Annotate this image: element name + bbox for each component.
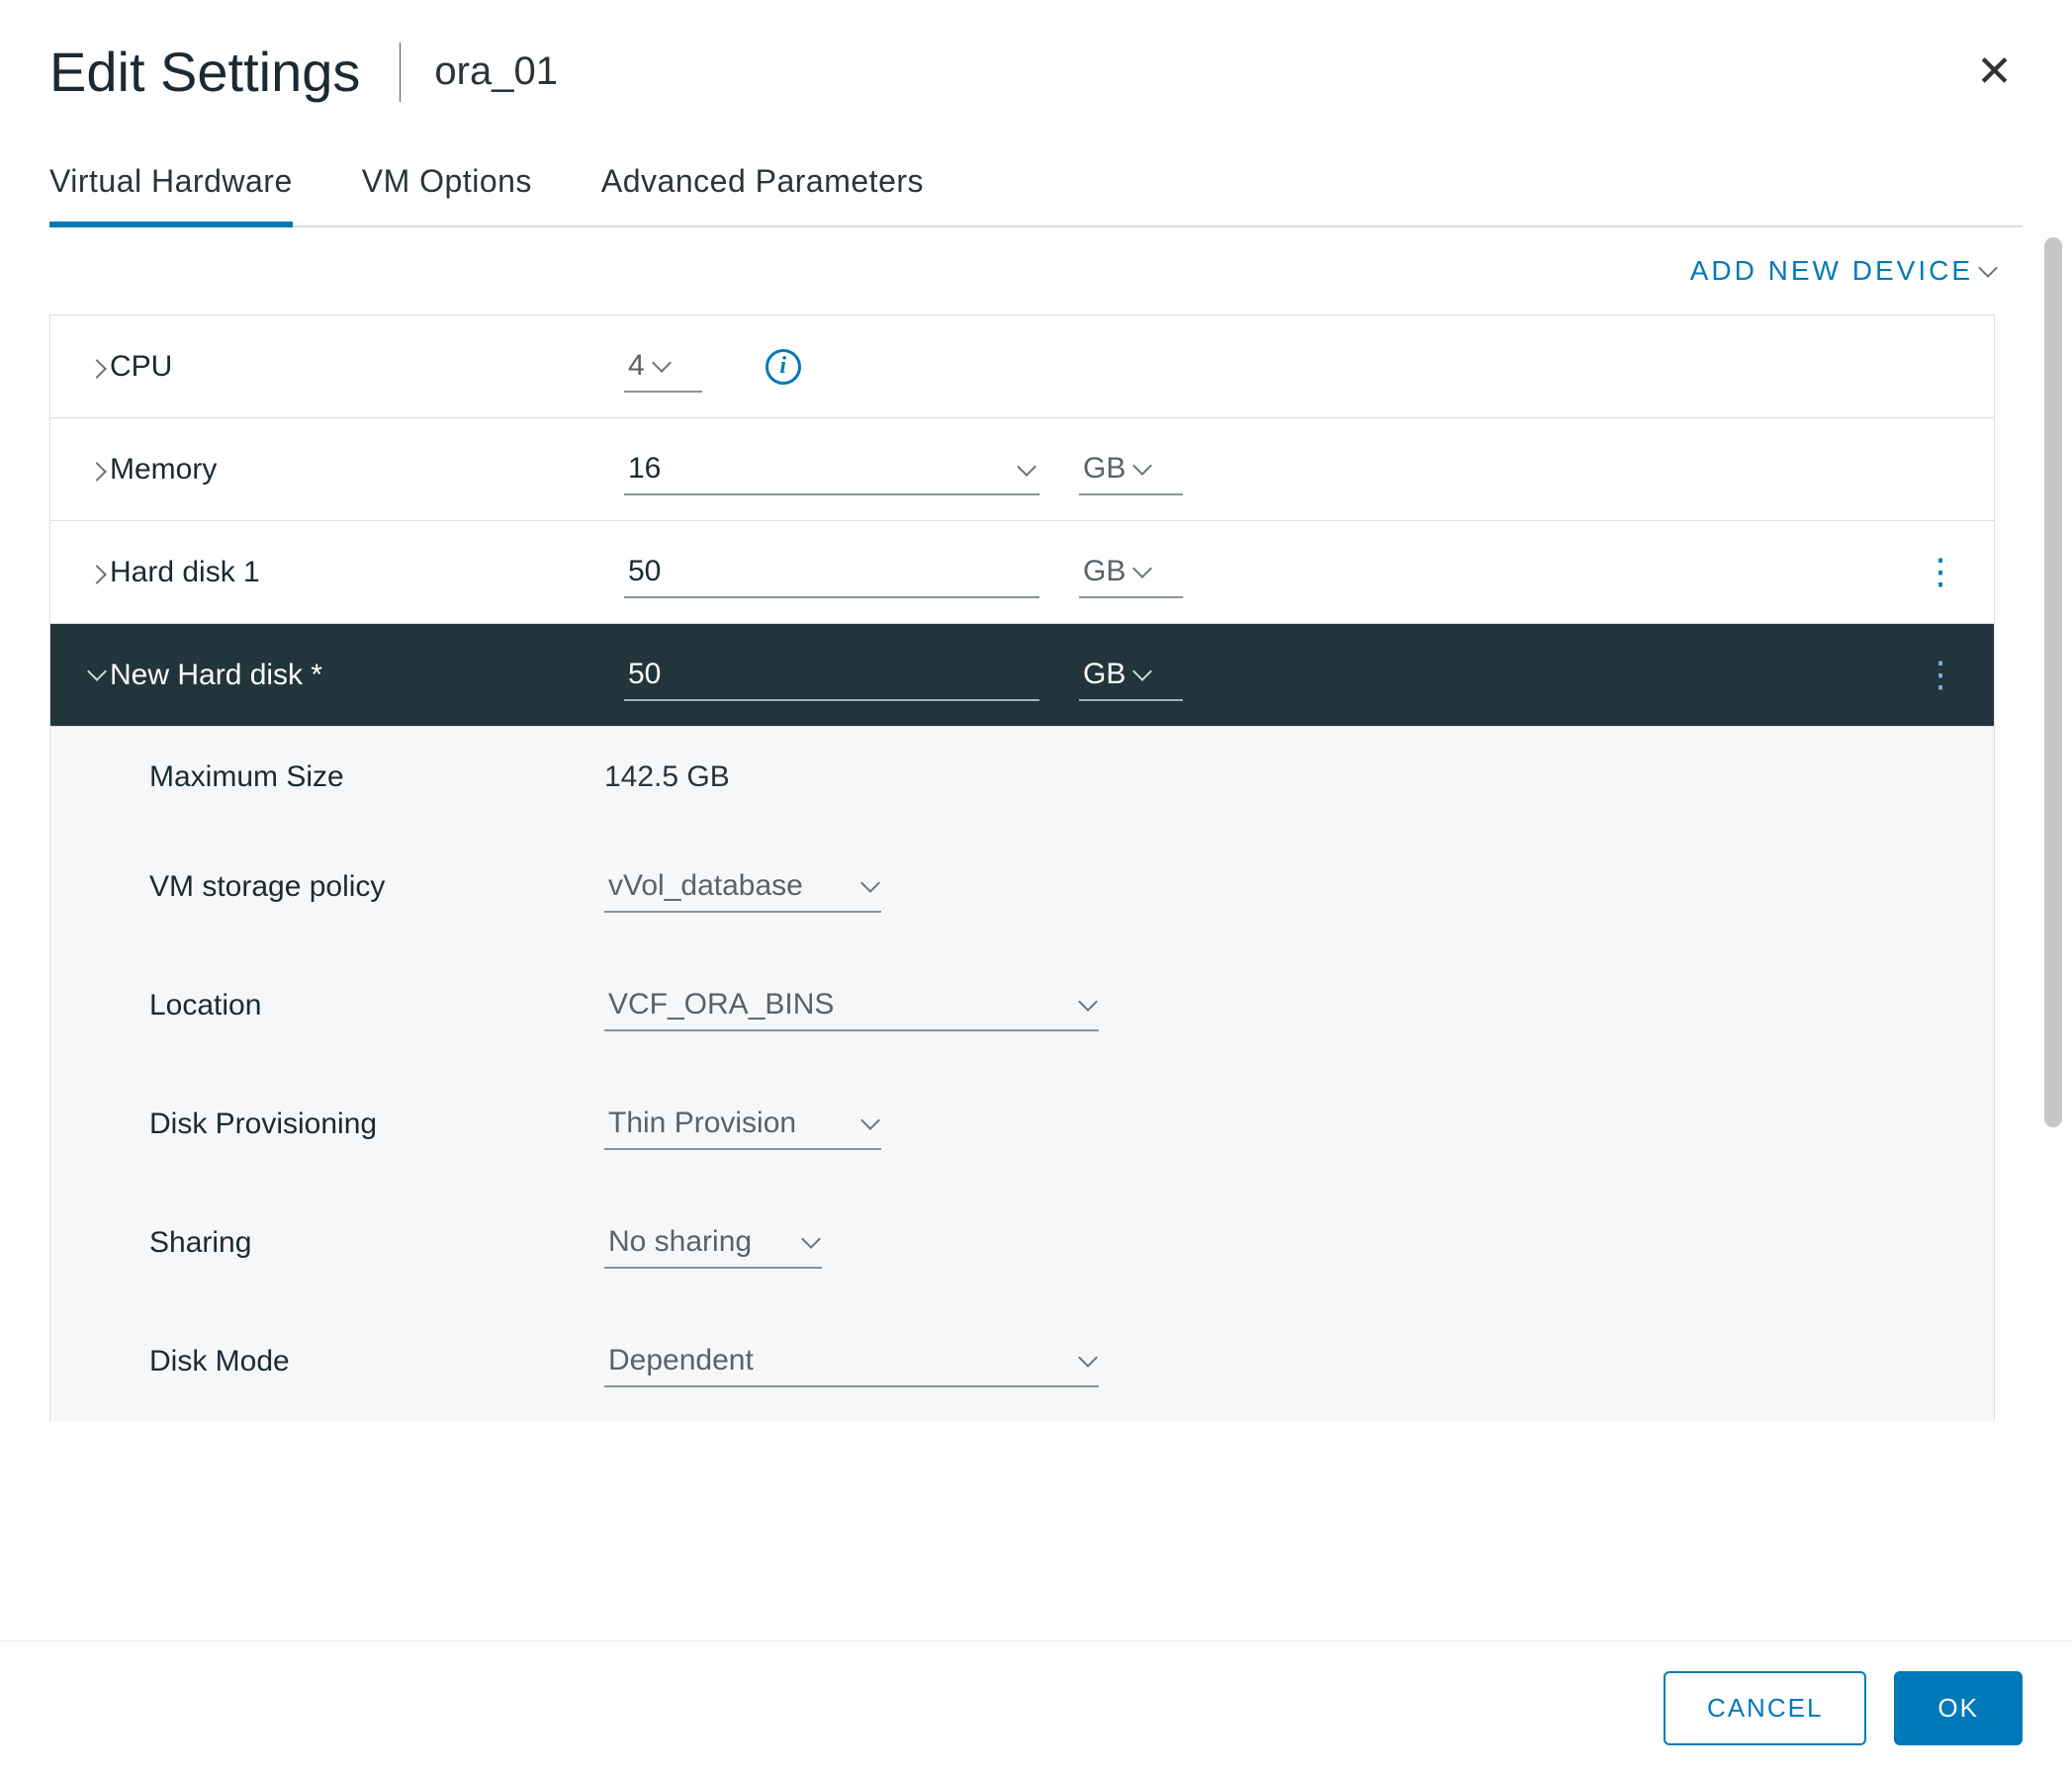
detail-label: Disk Mode <box>149 1345 604 1378</box>
scrollbar-thumb[interactable] <box>2044 237 2062 1127</box>
sharing-select[interactable]: No sharing <box>604 1217 822 1269</box>
detail-label: Maximum Size <box>149 760 604 794</box>
detail-row-disk-provisioning: Disk Provisioning Thin Provision <box>50 1065 1994 1184</box>
new-hard-disk-unit-value: GB <box>1083 658 1126 691</box>
dialog-title: Edit Settings <box>49 40 400 104</box>
sharing-value: No sharing <box>608 1225 752 1259</box>
cpu-count-select[interactable]: 4 <box>624 341 702 393</box>
chevron-down-icon <box>1978 258 1998 278</box>
info-icon[interactable]: i <box>766 349 801 385</box>
hard-disk-1-size-input[interactable] <box>624 547 1039 598</box>
cpu-row[interactable]: CPU 4 i <box>50 315 1994 418</box>
detail-row-location: Location VCF_ORA_BINS <box>50 946 1994 1065</box>
new-hard-disk-actions-icon[interactable]: ⋮ <box>1917 668 1964 681</box>
detail-row-max-size: Maximum Size 142.5 GB <box>50 727 1994 828</box>
chevron-down-icon <box>1132 662 1152 681</box>
cancel-button[interactable]: CANCEL <box>1664 1671 1866 1745</box>
memory-label: Memory <box>110 453 624 487</box>
disk-provisioning-select[interactable]: Thin Provision <box>604 1099 881 1150</box>
chevron-down-icon <box>801 1229 821 1249</box>
hard-disk-1-actions-icon[interactable]: ⋮ <box>1917 566 1964 578</box>
hard-disk-1-unit-select[interactable]: GB <box>1079 547 1183 598</box>
new-hard-disk-unit-select[interactable]: GB <box>1079 650 1183 701</box>
chevron-right-icon[interactable] <box>80 454 110 486</box>
location-select[interactable]: VCF_ORA_BINS <box>604 980 1099 1031</box>
tab-advanced-parameters[interactable]: Advanced Parameters <box>601 163 924 227</box>
tab-vm-options[interactable]: VM Options <box>362 163 532 227</box>
vm-storage-policy-select[interactable]: vVol_database <box>604 861 881 913</box>
memory-unit-value: GB <box>1083 452 1126 486</box>
add-new-device-button[interactable]: ADD NEW DEVICE <box>1690 255 1995 287</box>
memory-unit-select[interactable]: GB <box>1079 444 1183 495</box>
close-icon[interactable]: ✕ <box>1966 41 2023 104</box>
detail-row-disk-mode: Disk Mode Dependent <box>50 1302 1994 1421</box>
add-new-device-label: ADD NEW DEVICE <box>1690 255 1973 287</box>
dialog-header: Edit Settings ora_01 ✕ <box>0 0 2072 114</box>
hardware-list: CPU 4 i Memory <box>49 314 1995 1421</box>
cpu-label: CPU <box>110 350 624 384</box>
cpu-count-value: 4 <box>628 349 645 383</box>
disk-mode-value: Dependent <box>608 1344 754 1377</box>
detail-row-storage-policy: VM storage policy vVol_database <box>50 828 1994 946</box>
detail-label: Disk Provisioning <box>149 1108 604 1141</box>
detail-label: VM storage policy <box>149 870 604 904</box>
vm-name: ora_01 <box>434 49 558 94</box>
new-hard-disk-row[interactable]: New Hard disk * GB ⋮ <box>50 624 1994 727</box>
hard-disk-1-label: Hard disk 1 <box>110 556 624 589</box>
vm-storage-policy-value: vVol_database <box>608 869 803 903</box>
chevron-down-icon <box>1132 456 1152 476</box>
hard-disk-1-unit-value: GB <box>1083 555 1126 588</box>
disk-provisioning-value: Thin Provision <box>608 1107 796 1140</box>
chevron-down-icon <box>1132 559 1152 578</box>
maximum-size-value: 142.5 GB <box>604 760 730 794</box>
dialog-footer: CANCEL OK <box>0 1641 2072 1775</box>
title-separator <box>400 43 401 102</box>
new-hard-disk-details: Maximum Size 142.5 GB VM storage policy … <box>50 727 1994 1421</box>
edit-settings-dialog: Edit Settings ora_01 ✕ Virtual Hardware … <box>0 0 2072 1775</box>
scrollbar-track[interactable] <box>2044 237 2062 1641</box>
new-hard-disk-label: New Hard disk * <box>110 659 624 692</box>
memory-row[interactable]: Memory GB <box>50 418 1994 521</box>
location-value: VCF_ORA_BINS <box>608 988 834 1021</box>
chevron-right-icon[interactable] <box>80 351 110 383</box>
chevron-down-icon <box>860 1110 880 1130</box>
detail-row-sharing: Sharing No sharing <box>50 1184 1994 1302</box>
detail-label: Location <box>149 989 604 1022</box>
chevron-down-icon <box>860 873 880 893</box>
chevron-down-icon <box>652 353 672 373</box>
tabs: Virtual Hardware VM Options Advanced Par… <box>49 163 2023 227</box>
detail-label: Sharing <box>149 1226 604 1260</box>
new-hard-disk-size-input[interactable] <box>624 650 1039 701</box>
tab-virtual-hardware[interactable]: Virtual Hardware <box>49 163 293 227</box>
ok-button[interactable]: OK <box>1894 1671 2023 1745</box>
chevron-down-icon[interactable] <box>80 660 110 691</box>
hard-disk-1-row[interactable]: Hard disk 1 GB ⋮ <box>50 521 1994 624</box>
memory-size-input[interactable] <box>624 444 1039 495</box>
chevron-down-icon <box>1078 992 1098 1012</box>
disk-mode-select[interactable]: Dependent <box>604 1336 1099 1387</box>
chevron-right-icon[interactable] <box>80 557 110 588</box>
chevron-down-icon <box>1078 1348 1098 1368</box>
